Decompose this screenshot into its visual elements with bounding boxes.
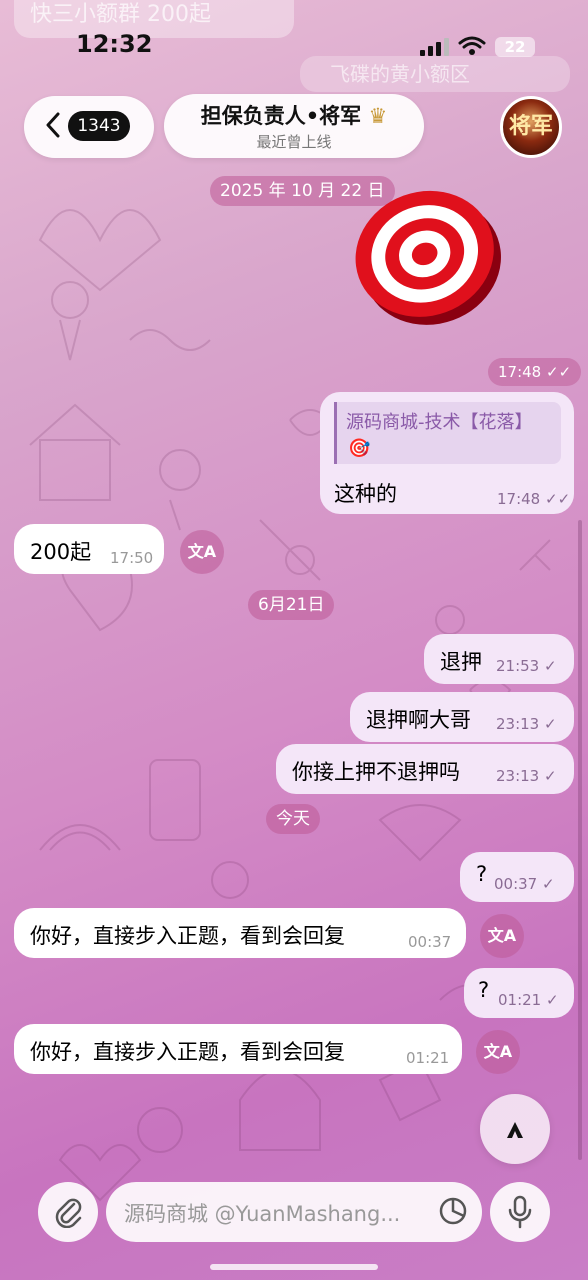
- target-sticker[interactable]: [344, 172, 504, 332]
- unread-count-badge: 1343: [68, 111, 130, 141]
- message-time: 23:13 ✓: [496, 767, 557, 785]
- message-time: 17:48 ✓✓: [488, 358, 582, 386]
- double-check-icon: ✓✓: [545, 490, 571, 508]
- translate-button[interactable]: 文A: [180, 530, 224, 574]
- background-notification: 快三小额群 200起: [14, 0, 294, 38]
- avatar[interactable]: 将军: [500, 96, 562, 158]
- message-input-placeholder: 源码商城 @YuanMashang...: [124, 1202, 401, 1226]
- check-icon: ✓: [544, 715, 557, 733]
- message-time: 17:50: [110, 549, 154, 567]
- message-time: 01:21: [406, 1049, 450, 1067]
- message-time: 23:13 ✓: [496, 715, 557, 733]
- chevron-left-icon: [46, 112, 60, 138]
- message-text: ?: [478, 978, 490, 1002]
- reply-sender-name: 源码商城-技术【花落】: [346, 412, 533, 433]
- message-time: 00:37 ✓: [494, 875, 555, 893]
- date-chip: 今天: [266, 804, 320, 834]
- message-text: 200起: [30, 540, 92, 564]
- home-indicator[interactable]: [210, 1264, 378, 1270]
- chat-subtitle: 最近曾上线: [256, 133, 332, 151]
- sticker-icon[interactable]: [438, 1196, 468, 1226]
- background-notification-2: 飞碟的黄小额区: [300, 56, 570, 92]
- target-emoji-icon: 🎯: [348, 438, 371, 459]
- translate-button[interactable]: 文A: [476, 1030, 520, 1074]
- message-time: 00:37: [408, 933, 452, 951]
- translate-button[interactable]: 文A: [480, 914, 524, 958]
- double-check-icon: ✓✓: [546, 363, 572, 381]
- message-text: 你接上押不退押吗: [292, 760, 460, 784]
- check-icon: ✓: [546, 991, 559, 1009]
- date-chip: 6月21日: [248, 590, 335, 620]
- cellular-signal-icon: [420, 38, 449, 56]
- message-text: 你好，直接步入正题，看到会回复: [30, 924, 345, 948]
- message-time: 17:48 ✓✓: [497, 490, 571, 508]
- message-text: 退押啊大哥: [366, 708, 471, 732]
- chat-title: 担保负责人•将军 ♛: [200, 104, 388, 128]
- wifi-icon: [458, 36, 486, 55]
- message-text: 这种的: [334, 482, 397, 506]
- check-icon: ✓: [544, 657, 557, 675]
- crown-emoji-icon: ♛: [368, 104, 388, 128]
- check-icon: ✓: [544, 767, 557, 785]
- message-time: 01:21 ✓: [498, 991, 559, 1009]
- microphone-icon: [508, 1195, 532, 1229]
- check-icon: ✓: [542, 875, 555, 893]
- scrollbar[interactable]: [578, 520, 582, 1160]
- battery-indicator: 22: [495, 37, 535, 57]
- message-text: 你好，直接步入正题，看到会回复: [30, 1040, 345, 1064]
- ai-logo-icon: [507, 1122, 523, 1138]
- message-text: 退押: [440, 650, 482, 674]
- message-text: ?: [476, 862, 488, 886]
- paperclip-icon: [55, 1198, 82, 1228]
- status-time: 12:32: [76, 30, 153, 58]
- message-time: 21:53 ✓: [496, 657, 557, 675]
